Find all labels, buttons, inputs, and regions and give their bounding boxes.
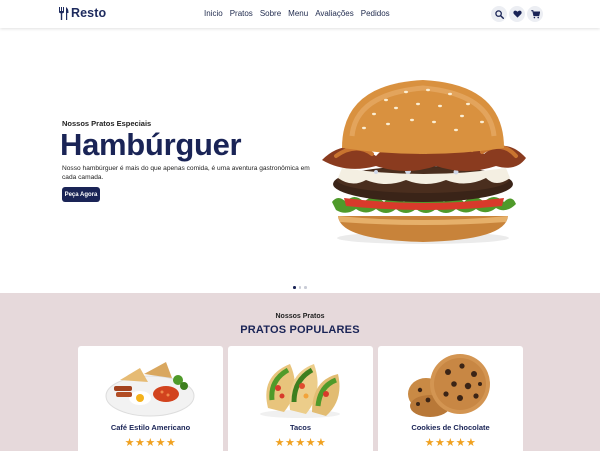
favorites-button[interactable] [509,6,525,22]
dish-name: Tacos [289,423,312,432]
logo[interactable]: Resto [58,6,106,20]
rating-stars: ★★★★★ [274,437,327,449]
nav-item-avaliacoes[interactable]: Avaliações [315,9,354,18]
site-header: Resto Inicio Pratos Sobre Menu Avaliaçõe… [0,0,600,28]
nav-item-inicio[interactable]: Inicio [204,9,223,18]
rating-stars: ★★★★★ [424,437,477,449]
nav-item-sobre[interactable]: Sobre [260,9,281,18]
carousel-dot-1[interactable] [293,286,296,289]
nav-item-pedidos[interactable]: Pedidos [361,9,390,18]
tacos-image [260,364,340,418]
carousel-dot-3[interactable] [304,286,307,289]
dish-name: Café Estilo Americano [110,423,191,432]
section-eyebrow: Nossos Pratos [275,313,325,320]
cookies-image [408,354,490,417]
hero-title: Hambúrguer [60,127,242,162]
logo-text: Resto [71,6,107,20]
dish-card-tacos[interactable]: Tacos ★★★★★ [228,346,373,451]
carousel-indicators [293,286,307,289]
order-now-button[interactable]: Peça Agora [62,187,100,202]
hero-description: Nosso hambúrguer é mais do que apenas co… [62,165,310,181]
search-icon [494,9,504,19]
nav-item-pratos[interactable]: Pratos [230,9,253,18]
dish-name: Cookies de Chocolate [411,423,490,432]
rating-stars: ★★★★★ [124,437,177,449]
popular-dishes-section: Nossos Pratos PRATOS POPULARES Café Esti… [0,293,600,451]
dish-card-american-breakfast[interactable]: Café Estilo Americano ★★★★★ [78,346,223,451]
section-title: PRATOS POPULARES [240,324,360,336]
carousel-dot-2[interactable] [298,286,301,289]
search-button[interactable] [491,6,507,22]
burger-image [322,80,526,244]
fork-knife-icon [59,6,69,20]
heart-icon [512,10,522,18]
nav-item-menu[interactable]: Menu [288,9,308,18]
breakfast-image [105,362,195,417]
main-nav: Inicio Pratos Sobre Menu Avaliações Pedi… [204,9,390,18]
cart-button[interactable] [527,6,543,22]
dish-card-chocolate-cookies[interactable]: Cookies de Chocolate ★★★★★ [378,346,523,451]
hero-section: Nossos Pratos Especiais Hambúrguer Nosso… [0,28,600,293]
cart-icon [530,9,540,18]
